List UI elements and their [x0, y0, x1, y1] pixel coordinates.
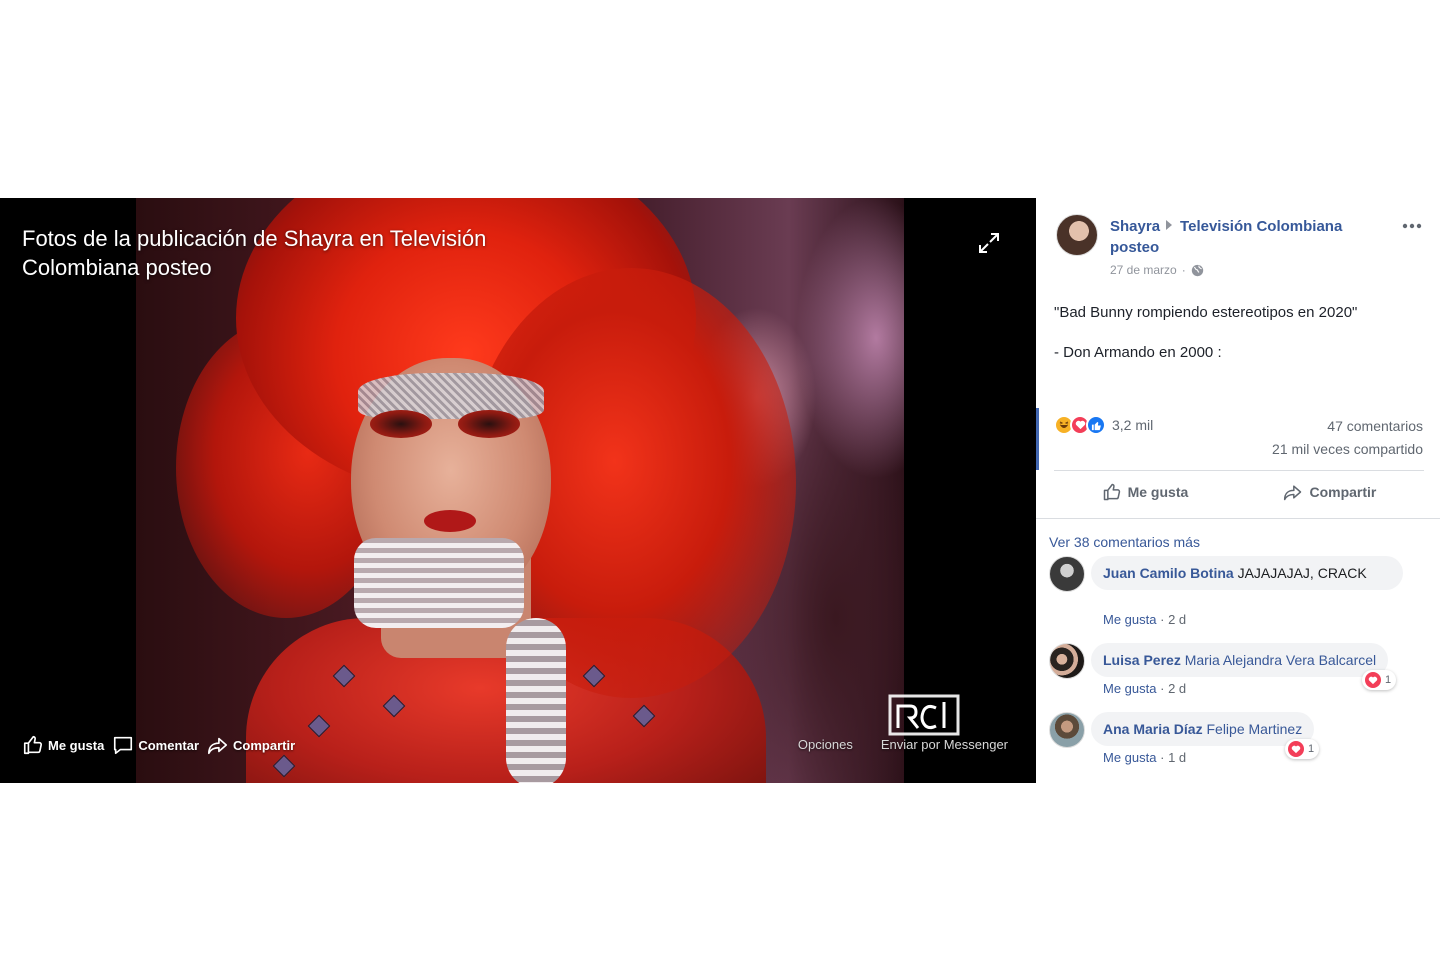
viewer-share-button[interactable]: Compartir [207, 734, 295, 756]
post-photo[interactable] [136, 198, 904, 783]
comment-reaction-count: 1 [1385, 674, 1392, 686]
share-button[interactable]: Compartir [1283, 482, 1376, 502]
globe-icon [1191, 264, 1203, 276]
viewer-comment-button[interactable]: Comentar [112, 734, 199, 756]
rcn-logo [888, 694, 960, 736]
shares-count[interactable]: 21 mil veces compartido [1272, 441, 1423, 457]
comment-like-link[interactable]: Me gusta [1103, 750, 1156, 765]
comment: Luisa Perez Maria Alejandra Vera Balcarc… [1049, 643, 1429, 703]
like-label: Me gusta [1127, 484, 1189, 500]
comment-time[interactable]: 2 d [1168, 681, 1186, 696]
comment-reactions[interactable]: 1 [1362, 670, 1397, 690]
comment-author[interactable]: Ana Maria Díaz [1103, 721, 1203, 737]
comment-icon [114, 736, 133, 755]
comment-tagged-user[interactable]: Felipe Martinez [1206, 721, 1302, 737]
group-suffix[interactable]: posteo [1110, 239, 1159, 256]
share-icon [1284, 485, 1302, 501]
commenter-avatar[interactable] [1049, 712, 1085, 748]
meta-separator: · [1181, 263, 1186, 277]
send-messenger-link[interactable]: Enviar por Messenger [881, 737, 1008, 752]
post-meta: 27 de marzo · [1110, 263, 1204, 277]
comment-bubble: Luisa Perez Maria Alejandra Vera Balcarc… [1091, 643, 1389, 677]
comment-author[interactable]: Juan Camilo Botina [1103, 565, 1234, 581]
thumbs-up-icon [23, 735, 42, 755]
photo-region [458, 410, 520, 438]
thumbs-up-icon [1103, 483, 1120, 501]
comment-tagged-user[interactable]: Maria Alejandra Vera Balcarcel [1185, 652, 1376, 668]
reactions-summary[interactable]: 3,2 mil [1054, 415, 1153, 435]
comment-like-link[interactable]: Me gusta [1103, 681, 1156, 696]
heart-icon [1365, 672, 1381, 688]
photo-viewer: Fotos de la publicación de Shayra en Tel… [0, 198, 1036, 783]
comments-count[interactable]: 47 comentarios [1327, 418, 1423, 434]
viewer-like-label: Me gusta [48, 737, 105, 753]
comment: Juan Camilo Botina JAJAJAJAJ, CRACK Me g… [1049, 556, 1429, 646]
comments-section: Ver 38 comentarios más Juan Camilo Botin… [1036, 519, 1440, 783]
viewer-like-button[interactable]: Me gusta [22, 734, 104, 756]
comment-reaction-count: 1 [1308, 743, 1315, 755]
comment-reactions[interactable]: 1 [1285, 739, 1320, 759]
options-link[interactable]: Opciones [798, 737, 853, 752]
post-actions: Me gusta Compartir [1054, 482, 1424, 502]
viewer-actions: Me gusta Comentar Compartir [22, 734, 303, 756]
comment-meta: Me gusta · 2 d [1103, 681, 1187, 696]
comment: Ana Maria Díaz Felipe Martinez 1 Me gust… [1049, 712, 1429, 772]
photo-region [354, 538, 524, 628]
like-button[interactable]: Me gusta [1102, 482, 1189, 502]
viewer-title: Fotos de la publicación de Shayra en Tel… [22, 226, 487, 280]
author-avatar[interactable] [1056, 214, 1098, 256]
post-date[interactable]: 27 de marzo [1110, 263, 1177, 277]
photo-region [424, 510, 476, 532]
comment-bubble: Ana Maria Díaz Felipe Martinez [1091, 712, 1315, 746]
comment-like-link[interactable]: Me gusta [1103, 612, 1156, 627]
comment-meta: Me gusta · 2 d [1103, 612, 1187, 627]
share-label: Compartir [1309, 484, 1377, 500]
photo-region [370, 410, 432, 438]
triangle-right-icon [1166, 220, 1173, 230]
comment-bubble: Juan Camilo Botina JAJAJAJAJ, CRACK [1091, 556, 1403, 590]
comment-time[interactable]: 2 d [1168, 612, 1186, 627]
photo-region [506, 618, 566, 783]
post-header: Shayra Televisión Colombiana posteo [1110, 216, 1390, 258]
focus-indicator [1036, 408, 1039, 470]
commenter-avatar[interactable] [1049, 643, 1085, 679]
share-icon [208, 737, 228, 755]
author-name[interactable]: Shayra [1110, 218, 1160, 235]
group-name[interactable]: Televisión Colombiana [1180, 218, 1342, 235]
post-text: "Bad Bunny rompiendo estereotipos en 202… [1054, 304, 1358, 321]
heart-icon [1288, 741, 1304, 757]
viewer-right-actions: Opciones Enviar por Messenger [798, 737, 1008, 752]
comment-author[interactable]: Luisa Perez [1103, 652, 1181, 668]
commenter-avatar[interactable] [1049, 556, 1085, 592]
comment-meta: Me gusta · 1 d [1103, 750, 1187, 765]
reaction-count[interactable]: 3,2 mil [1112, 417, 1153, 433]
post-text: - Don Armando en 2000 : [1054, 344, 1222, 361]
more-options-icon[interactable] [1402, 222, 1422, 230]
divider [1054, 470, 1424, 471]
post-panel: Shayra Televisión Colombiana posteo 27 de… [1036, 198, 1440, 783]
viewer-share-label: Compartir [233, 737, 296, 753]
expand-icon[interactable] [977, 231, 1001, 255]
comment-time[interactable]: 1 d [1168, 750, 1186, 765]
view-more-comments-link[interactable]: Ver 38 comentarios más [1049, 534, 1200, 550]
viewer-comment-label: Comentar [138, 737, 200, 753]
comment-text: JAJAJAJAJ, CRACK [1237, 565, 1367, 581]
photo-theater: Fotos de la publicación de Shayra en Tel… [0, 198, 1440, 783]
like-reaction-icon [1086, 415, 1106, 435]
